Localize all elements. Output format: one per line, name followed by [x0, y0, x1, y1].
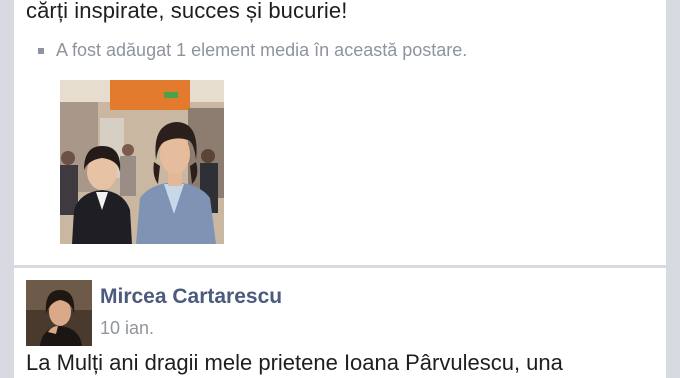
post-timestamp[interactable]: 10 ian. — [100, 318, 154, 339]
media-note-text: A fost adăugat 1 element media în aceast… — [56, 40, 468, 60]
post-card: Mircea Cartarescu 10 ian. La Mulți ani d… — [14, 268, 666, 378]
post-text: cărți inspirate, succes și bucurie! — [26, 0, 348, 23]
post-text: La Mulți ani dragii mele prietene Ioana … — [26, 350, 563, 375]
bullet-icon — [38, 48, 44, 54]
news-feed: cărți inspirate, succes și bucurie! A fo… — [0, 0, 680, 378]
media-added-note: A fost adăugat 1 element media în aceast… — [38, 40, 467, 61]
avatar-image — [26, 280, 92, 346]
post-card: cărți inspirate, succes și bucurie! A fo… — [14, 0, 666, 265]
author-name-link[interactable]: Mircea Cartarescu — [100, 285, 282, 309]
avatar[interactable] — [26, 280, 92, 346]
post-photo[interactable] — [60, 80, 224, 244]
photo-image — [60, 80, 224, 244]
